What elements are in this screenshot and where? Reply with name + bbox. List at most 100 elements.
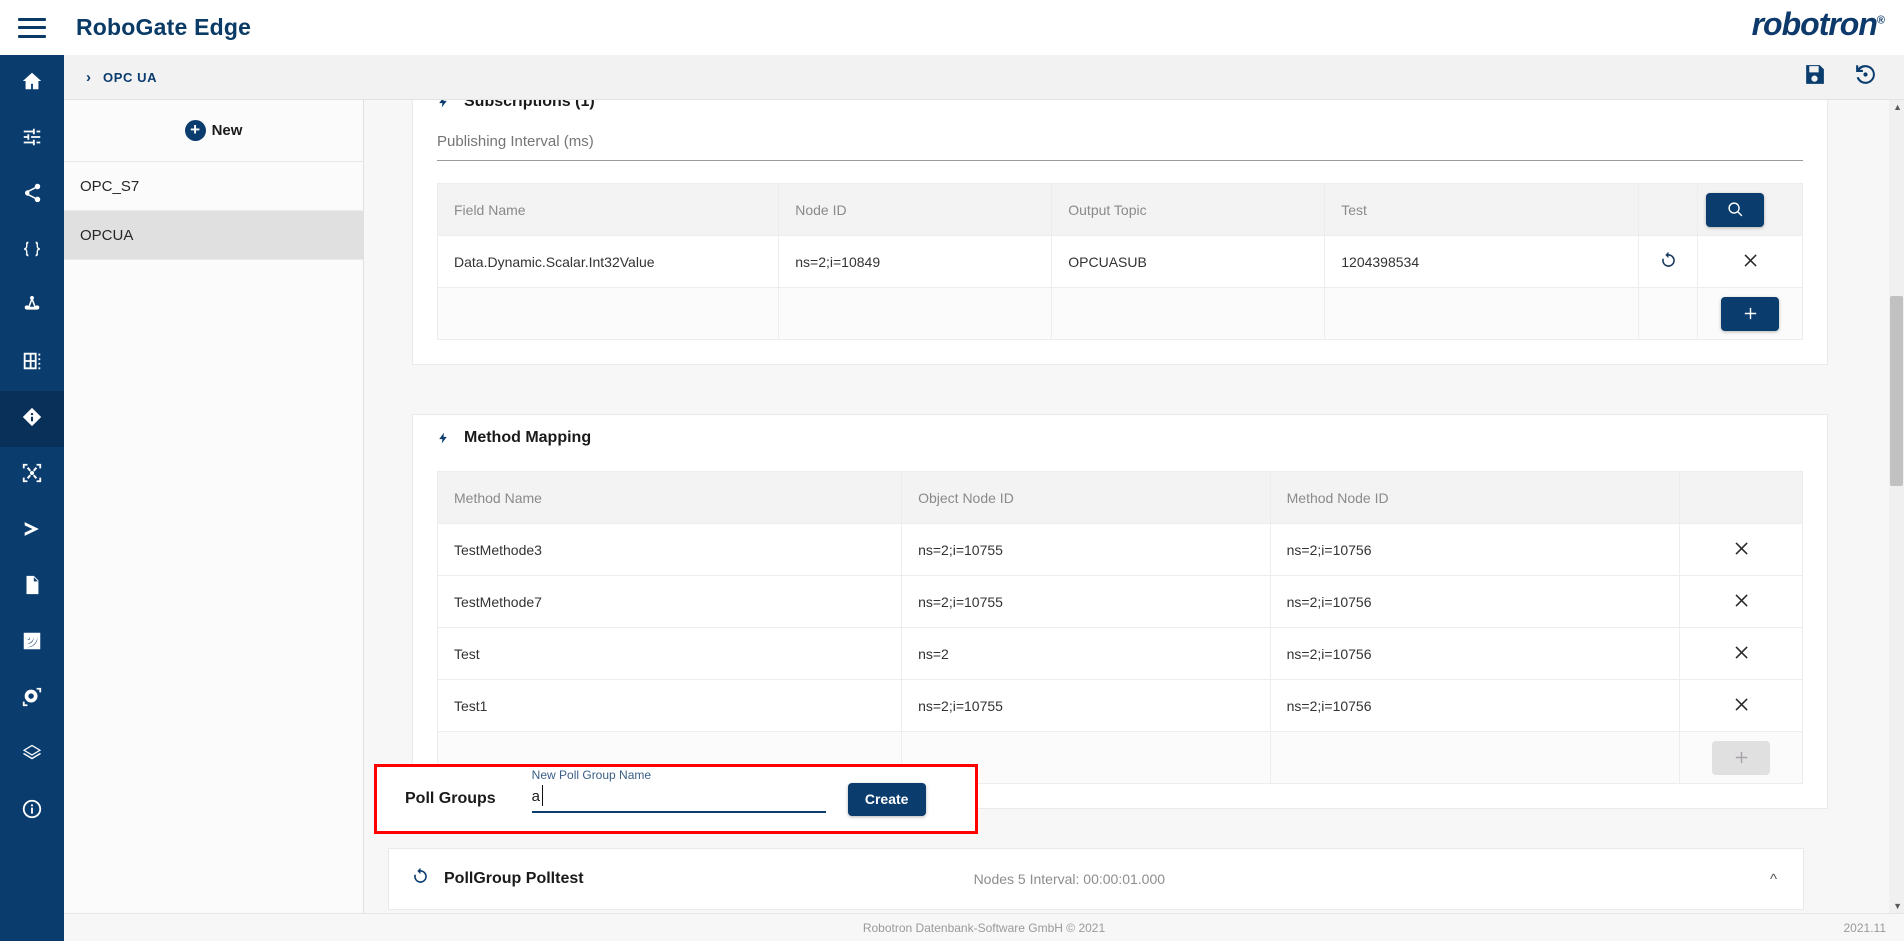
column-header-field-name: Field Name	[436, 183, 780, 236]
diamond-icon	[21, 406, 43, 433]
add-subscription-button[interactable]	[1721, 296, 1779, 331]
table-row[interactable]: Data.Dynamic.Scalar.Int32Value ns=2;i=10…	[436, 235, 1803, 288]
rail-item-molecule[interactable]	[0, 279, 64, 335]
rail-item-file[interactable]	[0, 559, 64, 615]
share-icon	[21, 182, 43, 209]
subscriptions-card: Subscriptions (1) Field Name Node ID Out…	[412, 100, 1828, 365]
rail-item-dashboard[interactable]	[0, 335, 64, 391]
scrollbar-thumb[interactable]	[1890, 296, 1903, 486]
hamburger-icon[interactable]	[18, 17, 46, 38]
save-icon[interactable]	[1802, 62, 1827, 92]
braces-icon	[21, 238, 43, 265]
scroll-down-arrow[interactable]: ▼	[1893, 901, 1902, 911]
cell-method-name: Test1	[436, 679, 903, 732]
cell-method-name: TestMethode7	[436, 575, 903, 628]
chevron-right-icon: ›	[86, 68, 91, 86]
breadcrumb-actions	[1802, 62, 1878, 92]
rail-item-layers[interactable]	[0, 727, 64, 783]
cell-delete	[1679, 627, 1803, 680]
footer-version: 2021.11	[1843, 920, 1887, 935]
table-row[interactable]: TestMethode3 ns=2;i=10755 ns=2;i=10756	[436, 523, 1803, 576]
close-icon	[1735, 593, 1748, 607]
home-icon	[21, 70, 43, 97]
subscriptions-search-cell	[1697, 183, 1803, 236]
method-mapping-table: Method Name Object Node ID Method Node I…	[436, 471, 1803, 784]
delete-method-button[interactable]	[1732, 539, 1751, 561]
subscriptions-header: Subscriptions (1)	[413, 100, 1827, 119]
refresh-button[interactable]	[1659, 251, 1678, 273]
refresh-icon[interactable]	[411, 867, 430, 891]
cell-delete	[1679, 575, 1803, 628]
delete-method-button[interactable]	[1732, 591, 1751, 613]
add-method-button[interactable]	[1712, 740, 1771, 775]
create-poll-group-button[interactable]: Create	[847, 782, 926, 816]
info-icon	[21, 798, 43, 825]
rail-item-home[interactable]	[0, 55, 64, 111]
plus-icon	[1735, 751, 1747, 764]
icon-rail	[0, 55, 64, 941]
cell-delete	[1679, 679, 1803, 732]
plus-icon: +	[184, 120, 206, 141]
scatter-nodes-icon	[21, 462, 43, 489]
poll-groups-label: Poll Groups	[405, 790, 496, 807]
new-connection-button[interactable]: + New	[64, 100, 363, 162]
signal-icon	[21, 630, 43, 657]
rail-item-terminal[interactable]	[0, 503, 64, 559]
table-header-row: Method Name Object Node ID Method Node I…	[436, 471, 1803, 524]
delete-method-button[interactable]	[1732, 695, 1751, 717]
cell-empty-3	[1051, 287, 1326, 340]
cell-method-name: TestMethode3	[436, 523, 903, 576]
molecule-icon	[21, 294, 43, 321]
subscriptions-title: Subscriptions (1)	[464, 100, 595, 110]
cell-object-node-id: ns=2;i=10755	[901, 679, 1271, 732]
close-icon	[1735, 645, 1748, 659]
rail-item-gear-target[interactable]	[0, 671, 64, 727]
bolt-icon	[439, 432, 447, 444]
rail-item-settings[interactable]	[0, 111, 64, 167]
column-header-blank	[1638, 183, 1698, 236]
new-poll-group-input[interactable]	[531, 785, 826, 813]
rail-item-share[interactable]	[0, 167, 64, 223]
cell-delete	[1697, 235, 1803, 288]
breadcrumb-bar: › OPC UA	[64, 55, 1904, 100]
rail-item-json[interactable]	[0, 223, 64, 279]
poll-group-row[interactable]: PollGroup Polltest Nodes 5 Interval: 00:…	[388, 848, 1804, 910]
brand-text: robotron	[1751, 6, 1878, 42]
terminal-icon	[21, 518, 43, 545]
method-add-cell	[1679, 731, 1803, 784]
breadcrumb[interactable]: OPC UA	[103, 70, 157, 85]
column-header-method-node-id: Method Node ID	[1269, 471, 1681, 524]
publishing-interval-input[interactable]	[437, 127, 1803, 161]
cell-object-node-id: ns=2	[901, 627, 1271, 680]
connection-list-panel: + New OPC_S7 OPCUA	[64, 100, 364, 941]
delete-subscription-button[interactable]	[1741, 251, 1760, 273]
chevron-up-icon[interactable]: ^	[1770, 871, 1777, 888]
poll-groups-section: Poll Groups New Poll Group Name Create	[374, 764, 978, 834]
sliders-icon	[21, 126, 43, 153]
cell-method-node-id: ns=2;i=10756	[1269, 627, 1681, 680]
main-content: Subscriptions (1) Field Name Node ID Out…	[364, 100, 1892, 925]
footer: Robotron Datenbank-Software GmbH © 2021 …	[64, 913, 1904, 941]
scroll-up-arrow[interactable]: ▲	[1893, 102, 1902, 112]
restore-icon[interactable]	[1853, 62, 1878, 92]
list-item-opc-s7[interactable]: OPC_S7	[64, 162, 363, 211]
vertical-scrollbar[interactable]: ▲ ▼	[1889, 100, 1904, 913]
column-header-actions	[1679, 471, 1803, 524]
refresh-icon	[1661, 251, 1675, 267]
cell-output-topic: OPCUASUB	[1051, 235, 1326, 288]
close-icon	[1735, 697, 1748, 711]
table-row[interactable]: Test1 ns=2;i=10755 ns=2;i=10756	[436, 679, 1803, 732]
cell-object-node-id: ns=2;i=10755	[901, 523, 1271, 576]
table-row[interactable]: Test ns=2 ns=2;i=10756	[436, 627, 1803, 680]
delete-method-button[interactable]	[1732, 643, 1751, 665]
table-row[interactable]: TestMethode7 ns=2;i=10755 ns=2;i=10756	[436, 575, 1803, 628]
cell-node-id: ns=2;i=10849	[778, 235, 1053, 288]
rail-item-opc-ua[interactable]	[0, 391, 64, 447]
list-item-opcua[interactable]: OPCUA	[64, 211, 363, 260]
cell-delete	[1679, 523, 1803, 576]
rail-item-signal[interactable]	[0, 615, 64, 671]
rail-item-nodes[interactable]	[0, 447, 64, 503]
search-button[interactable]	[1706, 192, 1764, 227]
rail-item-info[interactable]	[0, 783, 64, 839]
table-row-add	[436, 287, 1803, 340]
